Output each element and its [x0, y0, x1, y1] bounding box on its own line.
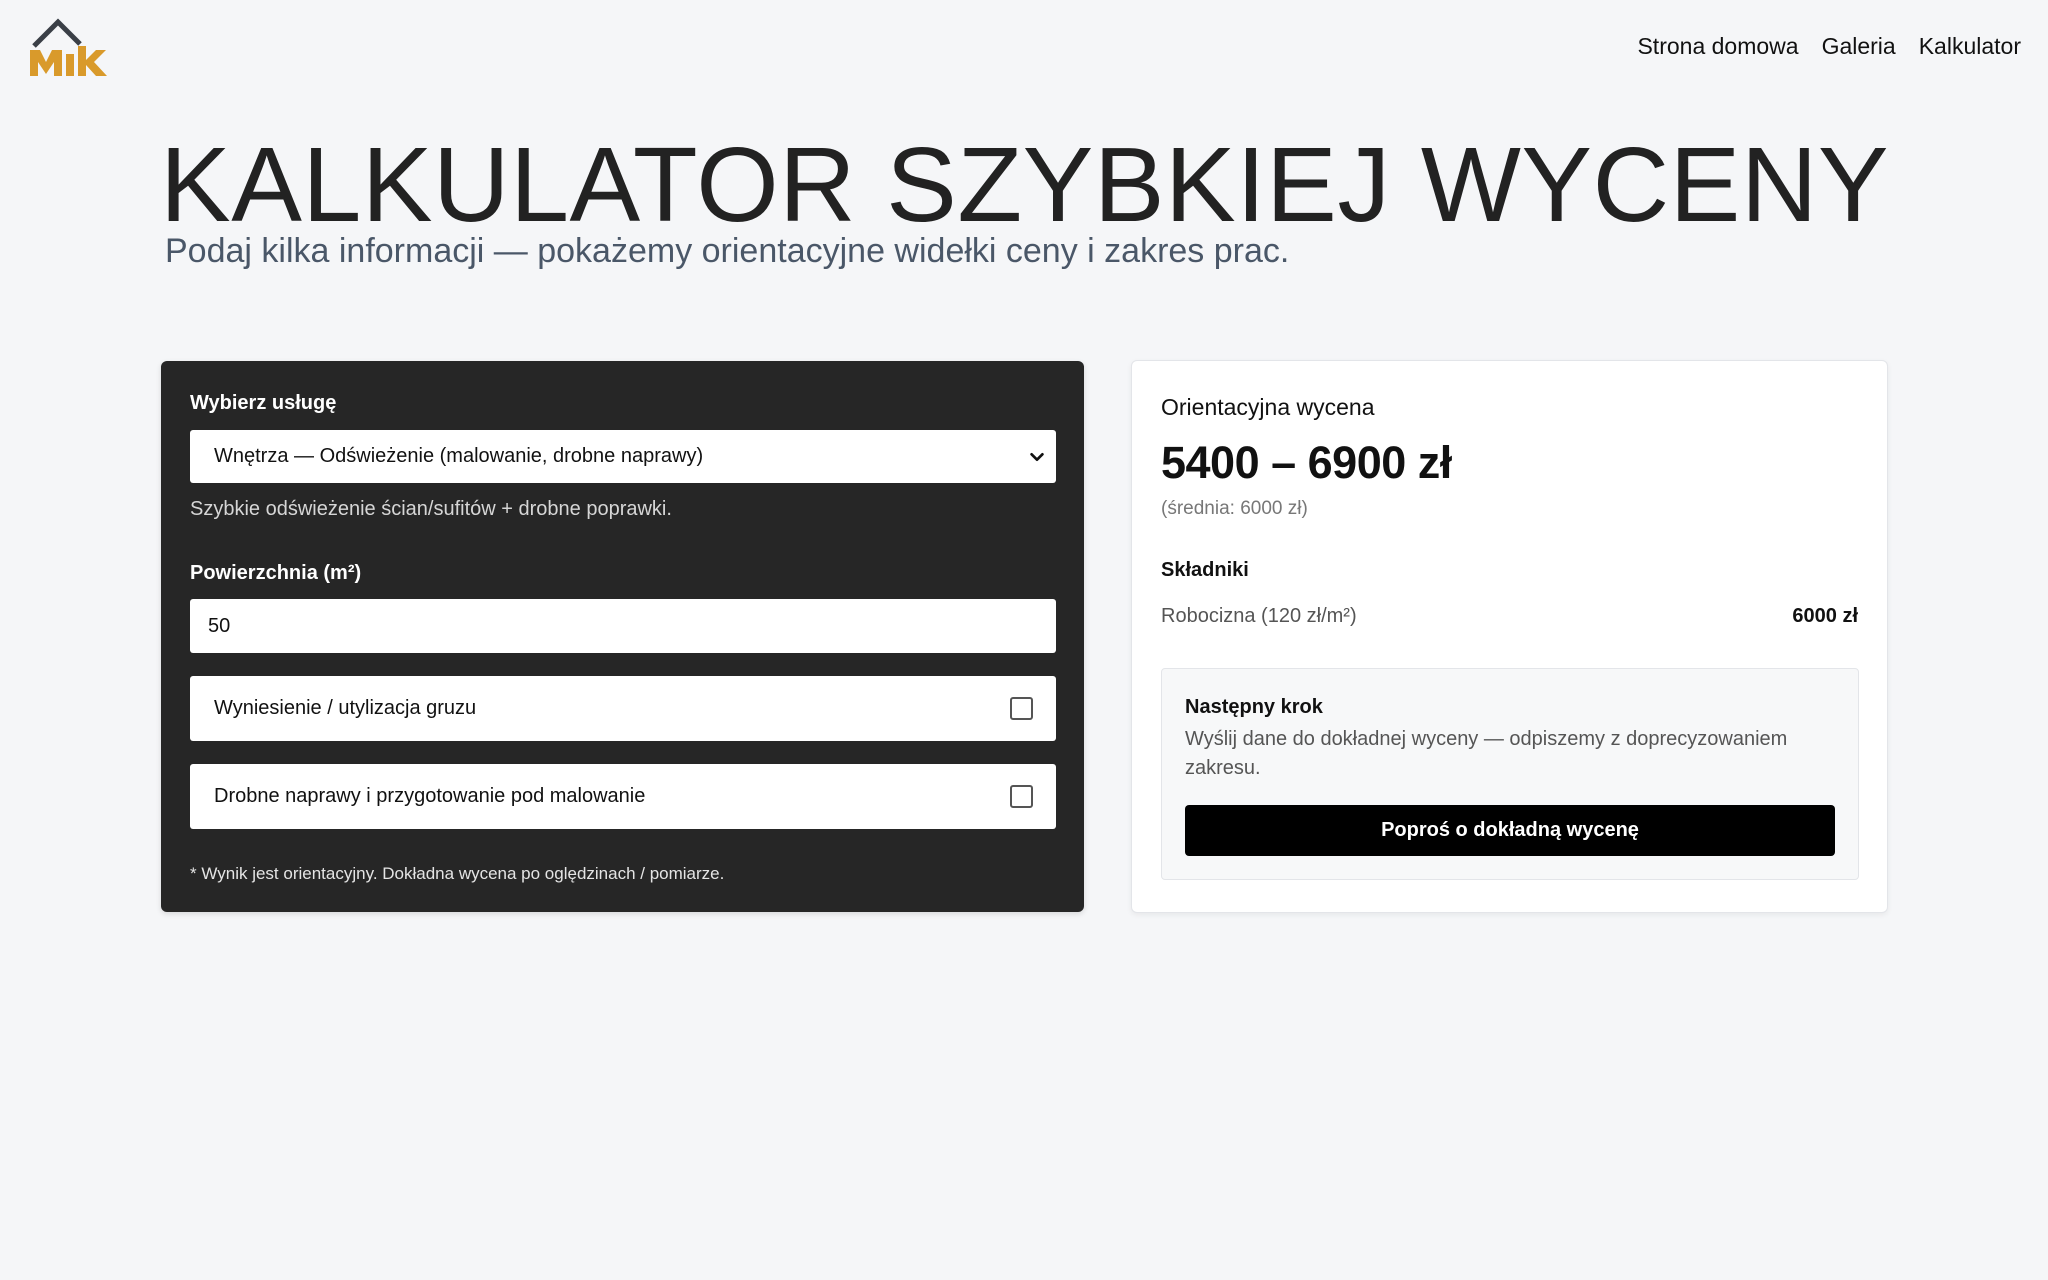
option-label: Drobne naprawy i przygotowanie pod malow… [214, 785, 646, 807]
page-subtitle: Podaj kilka informacji — pokażemy orient… [165, 232, 1290, 270]
component-name: Robocizna (120 zł/m²) [1161, 605, 1357, 627]
nav-calculator[interactable]: Kalkulator [1919, 30, 2021, 62]
chevron-down-icon [1030, 452, 1044, 461]
calculator-form: Wybierz usługę Wnętrza — Odświeżenie (ma… [161, 361, 1084, 912]
next-step-box: Następny krok Wyślij dane do dokładnej w… [1161, 668, 1859, 880]
nav-home[interactable]: Strona domowa [1637, 30, 1798, 62]
service-hint: Szybkie odświeżenie ścian/sufitów + drob… [190, 498, 672, 520]
service-select[interactable]: Wnętrza — Odświeżenie (malowanie, drobne… [190, 430, 1056, 483]
estimate-title: Orientacyjna wycena [1161, 394, 1375, 420]
option-minor-repairs[interactable]: Drobne naprawy i przygotowanie pod malow… [190, 764, 1056, 829]
nav-gallery[interactable]: Galeria [1822, 30, 1896, 62]
estimate-price-range: 5400 – 6900 zł [1161, 437, 1452, 488]
logo-mark [30, 18, 107, 76]
option-debris-removal[interactable]: Wyniesienie / utylizacja gruzu [190, 676, 1056, 741]
estimate-card: Orientacyjna wycena 5400 – 6900 zł (śred… [1131, 360, 1888, 913]
option-checkbox[interactable] [1010, 697, 1033, 720]
option-label: Wyniesienie / utylizacja gruzu [214, 697, 477, 719]
logo[interactable] [28, 18, 108, 78]
area-label: Powierzchnia (m²) [190, 562, 362, 584]
service-select-value: Wnętrza — Odświeżenie (malowanie, drobne… [214, 445, 704, 467]
component-value: 6000 zł [1792, 605, 1858, 627]
page-title: KALKULATOR SZYBKIEJ WYCENY [160, 126, 1890, 244]
service-label: Wybierz usługę [190, 392, 337, 414]
components-title: Składniki [1161, 559, 1249, 581]
option-checkbox[interactable] [1010, 785, 1033, 808]
estimate-average: (średnia: 6000 zł) [1161, 498, 1308, 519]
next-step-text: Wyślij dane do dokładnej wyceny — odpisz… [1185, 728, 1788, 779]
disclaimer: * Wynik jest orientacyjny. Dokładna wyce… [190, 864, 725, 883]
component-row: Robocizna (120 zł/m²) 6000 zł [1161, 602, 1858, 630]
next-step-title: Następny krok [1185, 696, 1323, 718]
main-nav: Strona domowa Galeria Kalkulator [1637, 30, 2021, 62]
area-input[interactable] [190, 599, 1056, 653]
request-quote-button[interactable]: Poproś o dokładną wycenę [1185, 805, 1835, 856]
